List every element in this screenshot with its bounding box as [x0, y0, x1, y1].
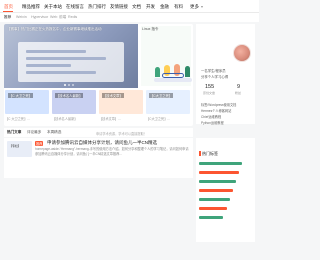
- profile-desc-line[interactable]: Python运维教程: [201, 120, 253, 125]
- card-caption: 【C 大卫之死】...: [5, 117, 30, 121]
- top-nav: 首页 精品推荐 关于本站 在线留言 热门排行 友情链接 文档 开发 金融 有料 …: [0, 0, 259, 13]
- banner-line: [26, 64, 71, 67]
- subnav-item-redis[interactable]: Redis: [68, 15, 77, 19]
- bicycle-icon: [162, 73, 184, 78]
- stat-number: 9: [237, 84, 241, 90]
- card-tag: 【技术文章】: [102, 93, 124, 98]
- carousel-dot-active[interactable]: [64, 84, 66, 86]
- profile-line: 分享个人学习心得: [201, 75, 229, 79]
- tab-weekly[interactable]: 本周精选: [47, 130, 61, 135]
- hot-tag-bar[interactable]: [199, 207, 227, 210]
- hot-tags-title: 热门标签: [202, 151, 218, 156]
- article-thumbnail-text: 【专栏】: [9, 144, 22, 148]
- nav-more-label: 更多: [190, 4, 199, 9]
- stat-label: 原创文章: [203, 91, 216, 95]
- nav-item-youliao[interactable]: 有料: [174, 4, 183, 10]
- nav-item-home[interactable]: 首页: [4, 4, 13, 10]
- card-caption: 【技术文章】...: [99, 117, 121, 121]
- article-title[interactable]: 申请参加腾讯云自媒体分享计划，请问鱼儿一半CN精选: [47, 140, 157, 146]
- plant-icon: [185, 66, 190, 77]
- avatar[interactable]: [233, 44, 251, 62]
- banner-line: [26, 50, 86, 53]
- sub-nav: 推荐 Weixin Hypervisor Web 前端 Redis: [0, 13, 259, 22]
- featured-card[interactable]: 【C大卫之死】 【C大卫之死】...: [145, 89, 191, 126]
- hero-section: 【赛事】热门比赛正在火热报名中，企业新赛事继续推出活动 Linux 指令 【C …: [4, 24, 193, 126]
- nav-item-links[interactable]: 友情链接: [110, 4, 128, 10]
- profile-stats: 155 原创文章 9 粉丝: [199, 84, 252, 96]
- hot-tags-panel: 热门标签: [196, 138, 255, 242]
- article-description: homepage-aside-“Hermang”-hermang-手写的使用方法…: [35, 147, 189, 156]
- side-banner-label: Linux 指令: [142, 27, 159, 31]
- hot-tag-bar[interactable]: [199, 171, 239, 174]
- nav-item-featured[interactable]: 精品推荐: [22, 4, 40, 10]
- hero-carousel[interactable]: 【赛事】热门比赛正在火热报名中，企业新赛事继续推出活动: [4, 24, 138, 88]
- featured-card[interactable]: 【C 大卫之死】 【C 大卫之死】...: [4, 89, 50, 126]
- illustration-people-bike: [152, 59, 193, 83]
- banner-line: [26, 71, 96, 74]
- card-caption: 【C大卫之死】...: [146, 117, 171, 121]
- profile-line: 一名学生/程序员: [201, 69, 226, 73]
- chevron-down-icon: ▼: [200, 5, 204, 9]
- banner-line: [26, 57, 106, 60]
- hot-tag-bar[interactable]: [199, 198, 230, 201]
- subnav-item-hypervisor[interactable]: Hypervisor: [31, 15, 48, 19]
- card-thumbnail: 【C大卫之死】: [146, 90, 190, 114]
- nav-item-more[interactable]: 更多 ▼: [190, 4, 204, 10]
- profile-desc-line[interactable]: Hermes个人博客网站: [201, 108, 253, 113]
- card-tag: 【C 大卫之死】: [8, 93, 34, 98]
- tab-most-comments[interactable]: 评论最多: [27, 130, 41, 135]
- nav-item-dev[interactable]: 开发: [146, 4, 155, 10]
- stat-label: 粉丝: [235, 91, 242, 95]
- profile-desc-line[interactable]: 标签/Wordpress使用文档: [201, 102, 253, 107]
- featured-card[interactable]: 【技术名人最新】 【技术名人最新】: [51, 89, 97, 126]
- card-thumbnail: 【技术名人最新】: [52, 90, 96, 114]
- illustration-floor: [154, 78, 192, 82]
- tab-hot[interactable]: 热门文章: [7, 130, 21, 135]
- carousel-dot[interactable]: [72, 84, 74, 86]
- carousel-dot[interactable]: [68, 84, 70, 86]
- card-thumbnail: 【技术文章】: [99, 90, 143, 114]
- subnav-item-recommend[interactable]: 推荐: [4, 15, 11, 20]
- card-tag: 【技术名人最新】: [55, 93, 84, 98]
- article-thumbnail: 【专栏】: [7, 141, 32, 157]
- recommend-badge: 推荐: [35, 141, 44, 146]
- hot-tag-bar[interactable]: [199, 162, 243, 165]
- nav-item-ranking[interactable]: 热门排行: [88, 4, 106, 10]
- nav-item-about[interactable]: 关于本站: [44, 4, 62, 10]
- featured-card[interactable]: 【技术文章】 【技术文章】...: [98, 89, 144, 126]
- carousel-banner-image: [18, 42, 124, 82]
- article-tabs: 热门文章 评论最多 本周精选 申请学术资源，学术可以直接提取！: [4, 128, 193, 137]
- nav-item-guestbook[interactable]: 在线留言: [66, 4, 84, 10]
- nav-active-indicator: [3, 11, 13, 12]
- fire-icon: [199, 151, 201, 156]
- card-thumbnail: 【C 大卫之死】: [5, 90, 49, 114]
- featured-cards: 【C 大卫之死】 【C 大卫之死】... 【技术名人最新】 【技术名人最新】 【…: [4, 89, 193, 126]
- nav-item-docs[interactable]: 文档: [132, 4, 141, 10]
- card-caption: 【技术名人最新】: [52, 117, 78, 121]
- subnav-item-frontend[interactable]: 前端: [59, 15, 66, 20]
- plant-icon: [155, 67, 160, 77]
- stat-number: 155: [205, 84, 215, 90]
- nav-item-finance[interactable]: 金融: [160, 4, 169, 10]
- card-tag: 【C大卫之死】: [149, 93, 174, 98]
- profile-card: 一名学生/程序员 分享个人学习心得 155 原创文章 9 粉丝 标签/Wordp…: [196, 24, 255, 125]
- hot-tag-bar[interactable]: [199, 189, 233, 192]
- subnav-item-weixin[interactable]: Weixin: [16, 15, 27, 19]
- carousel-title: 【赛事】热门比赛正在火热报名中，企业新赛事继续推出活动: [7, 27, 102, 31]
- profile-desc-line[interactable]: Chief运维教程: [201, 114, 253, 119]
- article-item[interactable]: 【专栏】 推荐 申请参加腾讯云自媒体分享计划，请问鱼儿一半CN精选 homepa…: [4, 138, 193, 178]
- hot-tag-bar[interactable]: [199, 216, 223, 219]
- hot-tag-bar[interactable]: [199, 180, 237, 183]
- tabs-note: 申请学术资源，学术可以直接提取！: [96, 131, 147, 136]
- subnav-item-web[interactable]: Web: [50, 15, 57, 19]
